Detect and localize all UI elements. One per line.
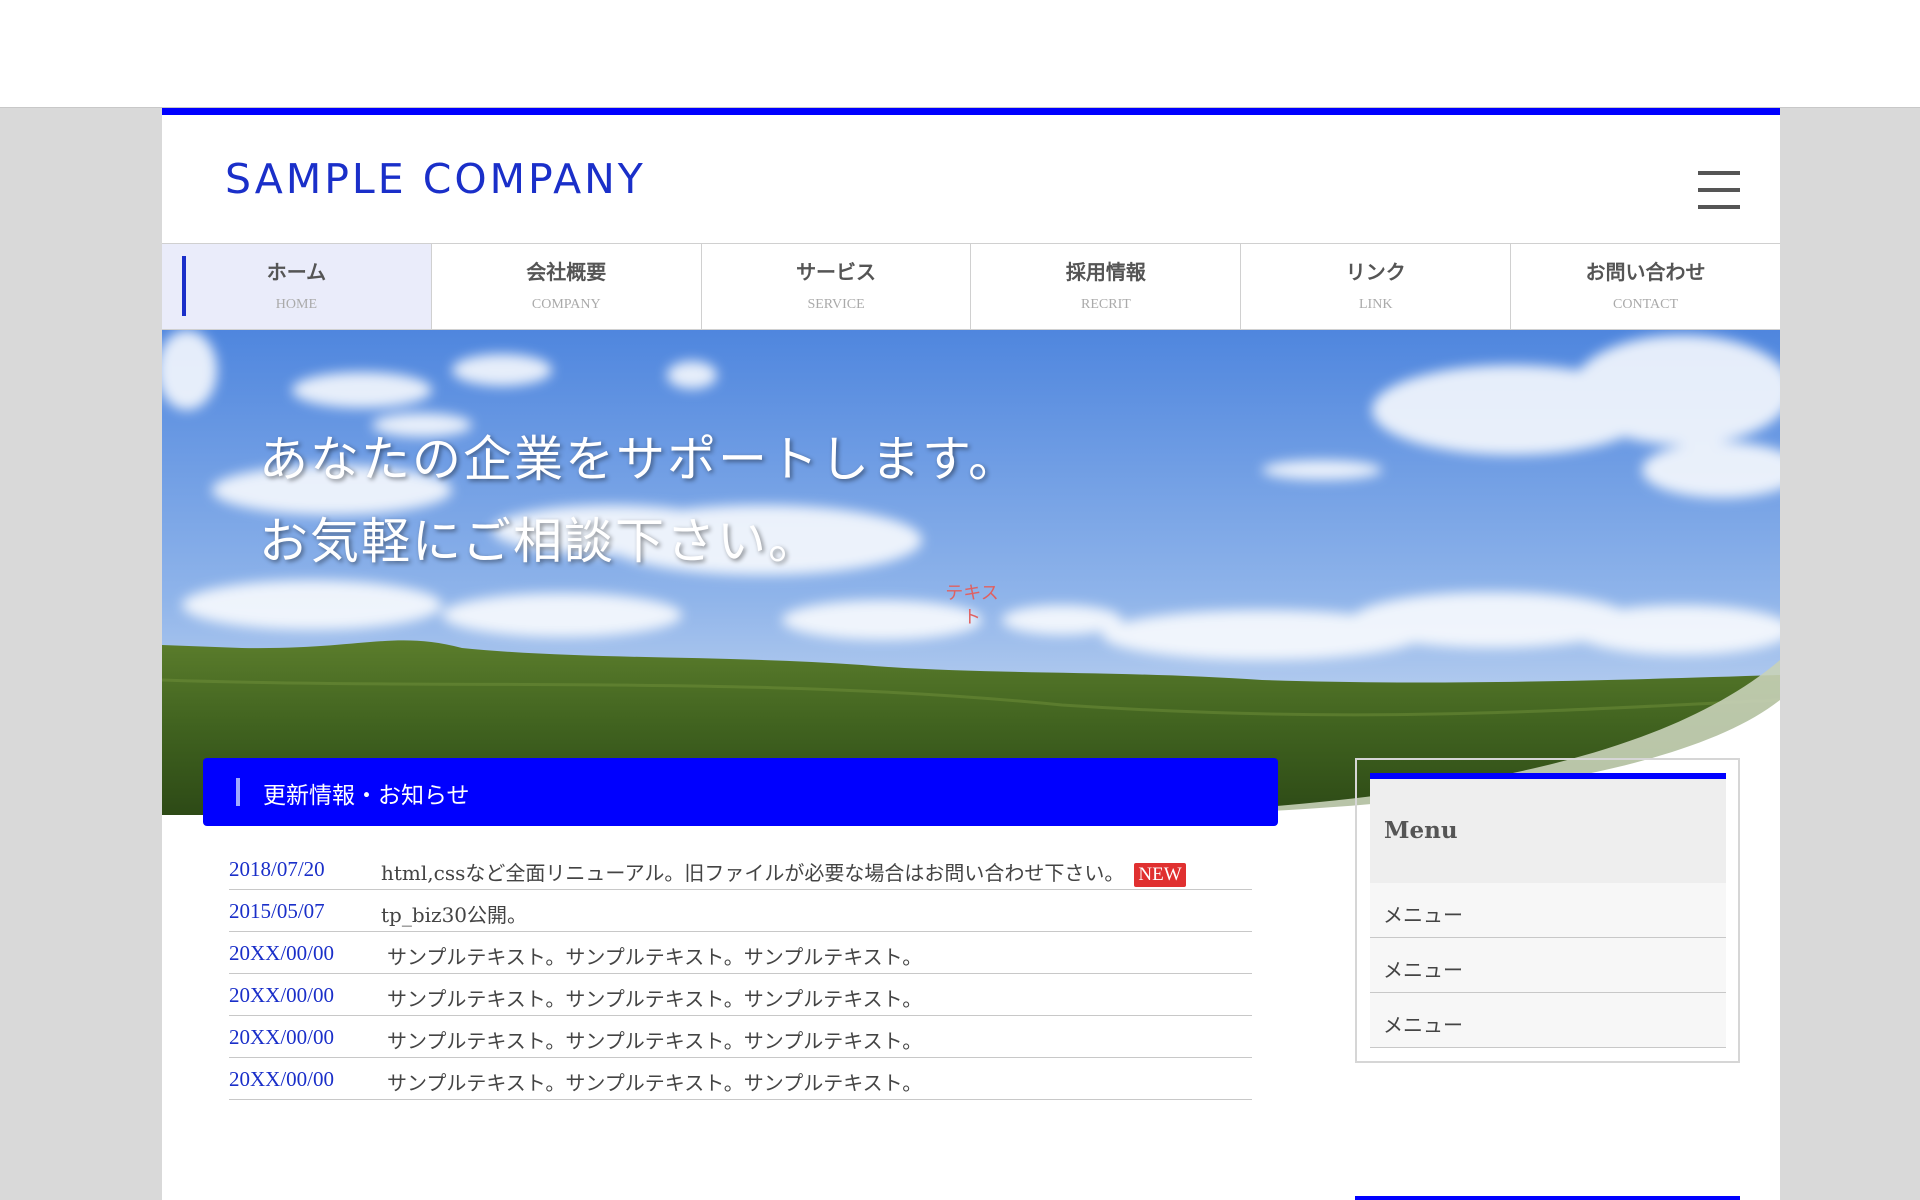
- hero-banner: あなたの企業をサポートします。 お気軽にご相談下さい。 テキスト: [162, 330, 1780, 815]
- news-date: 20XX/00/00: [229, 983, 334, 1007]
- sidebar-next-section-bar: [1355, 1196, 1740, 1200]
- sidebar-item[interactable]: メニュー: [1370, 993, 1726, 1048]
- nav-item-sublabel: RECRIT: [1081, 297, 1131, 312]
- news-list: 2018/07/20 html,cssなど全面リニューアル。旧ファイルが必要な場…: [229, 848, 1252, 1100]
- nav-item-sublabel: SERVICE: [807, 297, 865, 312]
- nav-item-label: サービス: [796, 260, 877, 284]
- nav-item-label: リンク: [1345, 260, 1406, 284]
- news-item: 20XX/00/00 サンプルテキスト。サンプルテキスト。サンプルテキスト。: [229, 1058, 1252, 1100]
- nav-item-recruit[interactable]: 採用情報 RECRIT: [971, 244, 1242, 329]
- nav-item-home[interactable]: ホーム HOME: [162, 244, 432, 329]
- nav-item-link[interactable]: リンク LINK: [1241, 244, 1512, 329]
- news-link[interactable]: tp_biz30公開。: [381, 899, 527, 928]
- news-link[interactable]: サンプルテキスト。サンプルテキスト。サンプルテキスト。: [387, 1067, 922, 1096]
- news-heading: 更新情報・お知らせ: [263, 783, 470, 809]
- hamburger-menu-icon[interactable]: [1698, 171, 1740, 209]
- main-nav: ホーム HOME 会社概要 COMPANY サービス SERVICE 採用情報 …: [162, 243, 1780, 330]
- sidebar-title-box: Menu: [1370, 779, 1726, 883]
- sidebar-menu: Menu メニュー メニュー メニュー: [1355, 758, 1740, 1063]
- sidebar-title: Menu: [1384, 817, 1458, 844]
- heading-accent-bar: [236, 778, 240, 806]
- sidebar-item[interactable]: メニュー: [1370, 938, 1726, 993]
- news-date: 2015/05/07: [229, 899, 325, 923]
- site-logo[interactable]: SAMPLE COMPANY: [225, 155, 646, 203]
- news-date: 20XX/00/00: [229, 1025, 334, 1049]
- news-item: 2015/05/07 tp_biz30公開。: [229, 890, 1252, 932]
- hero-headline-line-1: あなたの企業をサポートします。: [259, 431, 1020, 488]
- news-date: 20XX/00/00: [229, 1067, 334, 1091]
- sidebar-item[interactable]: メニュー: [1370, 883, 1726, 938]
- news-heading-bar: 更新情報・お知らせ: [203, 758, 1278, 826]
- news-item: 20XX/00/00 サンプルテキスト。サンプルテキスト。サンプルテキスト。: [229, 974, 1252, 1016]
- nav-item-sublabel: HOME: [275, 297, 318, 312]
- news-link[interactable]: サンプルテキスト。サンプルテキスト。サンプルテキスト。: [387, 941, 922, 970]
- nav-item-label: 会社概要: [526, 260, 607, 284]
- sidebar-item-label: メニュー: [1383, 958, 1463, 982]
- news-date: 2018/07/20: [229, 857, 325, 881]
- nav-item-label: お問い合わせ: [1585, 260, 1706, 284]
- news-link[interactable]: html,cssなど全面リニューアル。旧ファイルが必要な場合はお問い合わせ下さい…: [381, 861, 1124, 885]
- new-badge: NEW: [1134, 863, 1186, 887]
- news-item: 2018/07/20 html,cssなど全面リニューアル。旧ファイルが必要な場…: [229, 848, 1252, 890]
- nav-item-service[interactable]: サービス SERVICE: [701, 244, 972, 329]
- nav-item-sublabel: CONTACT: [1613, 297, 1679, 312]
- nav-item-company[interactable]: 会社概要 COMPANY: [431, 244, 702, 329]
- news-link[interactable]: サンプルテキスト。サンプルテキスト。サンプルテキスト。: [387, 1025, 922, 1054]
- nav-item-contact[interactable]: お問い合わせ CONTACT: [1511, 244, 1780, 329]
- sidebar-item-label: メニュー: [1383, 1013, 1463, 1037]
- nav-item-label: 採用情報: [1065, 260, 1146, 284]
- nav-item-sublabel: LINK: [1359, 297, 1393, 312]
- browser-top-area: [0, 0, 1920, 108]
- news-link[interactable]: サンプルテキスト。サンプルテキスト。サンプルテキスト。: [387, 983, 922, 1012]
- nav-item-label: ホーム: [266, 260, 327, 284]
- news-item: 20XX/00/00 サンプルテキスト。サンプルテキスト。サンプルテキスト。: [229, 932, 1252, 974]
- nav-item-sublabel: COMPANY: [531, 297, 601, 312]
- page-container: SAMPLE COMPANY ホーム HOME 会社概要 COMPANY サービ…: [162, 108, 1780, 1200]
- news-text-wrapper: html,cssなど全面リニューアル。旧ファイルが必要な場合はお問い合わせ下さい…: [381, 857, 1186, 887]
- site-header: SAMPLE COMPANY: [162, 115, 1780, 243]
- news-date: 20XX/00/00: [229, 941, 334, 965]
- hero-headline-line-2: お気軽にご相談下さい。: [259, 513, 820, 570]
- hero-text-tag: テキスト: [945, 583, 999, 628]
- sidebar-item-label: メニュー: [1383, 903, 1463, 927]
- news-item: 20XX/00/00 サンプルテキスト。サンプルテキスト。サンプルテキスト。: [229, 1016, 1252, 1058]
